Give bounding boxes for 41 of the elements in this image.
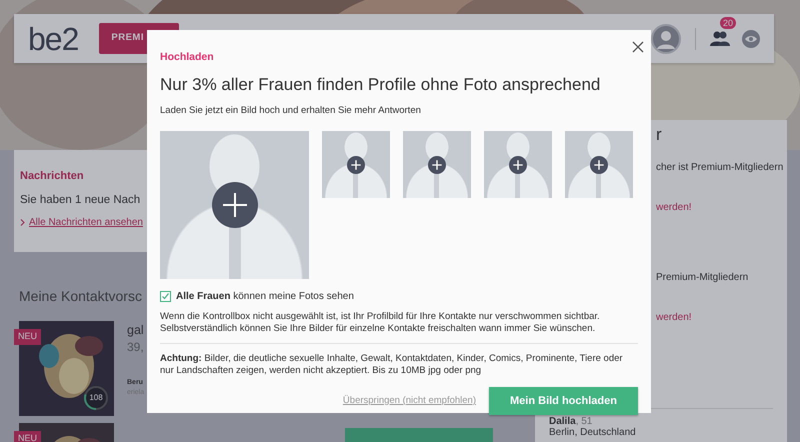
eye-icon[interactable] (742, 30, 760, 48)
sidebar-text: Premium-Mitgliedern (656, 272, 748, 284)
sidebar-heading: r (656, 125, 662, 145)
plus-icon (428, 156, 446, 174)
messages-link[interactable]: Alle Nachrichten ansehen (20, 215, 514, 230)
new-badge: NEU (14, 329, 42, 344)
message-text: Sie haben 1 neue Nach (20, 193, 140, 208)
person-location: Berlin, Deutschland (549, 427, 637, 438)
person-name[interactable]: Dalila (549, 416, 576, 427)
warning-text: Achtung: Bilder, die deutliche sexuelle Inhalte, Gewalt, Kontaktdaten, Kinder, Comics, Prominente, Tiere oder nur Landschaften zeigen, werden nicht akzeptiert. Bis zu 10MB jpg oder png (160, 353, 624, 376)
photo-slot[interactable] (565, 131, 633, 198)
logo[interactable]: be2 (28, 22, 78, 54)
dialog-subtitle: Laden Sie jetzt ein Bild hoch und erhalten Sie mehr Antworten (160, 104, 422, 118)
upgrade-link[interactable]: werden! (656, 312, 692, 324)
checkbox-label: Alle Frauen können meine Fotos sehen (176, 290, 354, 304)
photo-slot[interactable] (160, 131, 309, 280)
plus-icon (590, 156, 608, 174)
section-title: Nachrichten (20, 170, 85, 184)
section-heading: Meine Kontaktvorsc (19, 287, 142, 306)
contact-age: 39, (127, 338, 144, 356)
info-text: Wenn die Kontrollbox nicht ausgewählt ist, ist Ihr Profilbild für Ihre Kontakte nur verschwommen sichtbar. Selbstverständlich können Sie Ihre Bilder für einzelne Kontakte freischalten wann immer Sie wünschen. (160, 311, 601, 334)
new-badge: NEU (14, 431, 42, 442)
photo-slot[interactable] (403, 131, 471, 198)
notification-badge: 20 (720, 16, 736, 30)
plus-icon (509, 156, 527, 174)
skip-link[interactable]: Überspringen (nicht empfohlen) (342, 394, 476, 408)
person-age: , 51 (576, 416, 592, 427)
plus-icon (347, 156, 365, 174)
sidebar-text: cher ist Premium-Mitgliedern (656, 162, 784, 174)
plus-icon (212, 182, 258, 228)
contacts-icon[interactable] (710, 30, 730, 46)
photo-slot[interactable] (484, 131, 552, 198)
contact-name[interactable]: gal (127, 324, 144, 338)
upgrade-link[interactable]: werden! (656, 202, 692, 214)
dialog-title: Nur 3% aller Frauen finden Profile ohne Foto ansprechend (160, 74, 602, 96)
score-value: 108 (88, 392, 104, 404)
chevron-icon (20, 219, 25, 226)
photo-slot[interactable] (322, 131, 390, 198)
checkbox[interactable] (160, 291, 171, 302)
avatar-icon[interactable] (651, 24, 681, 54)
upload-button[interactable]: Mein Bild hochladen (489, 386, 638, 415)
